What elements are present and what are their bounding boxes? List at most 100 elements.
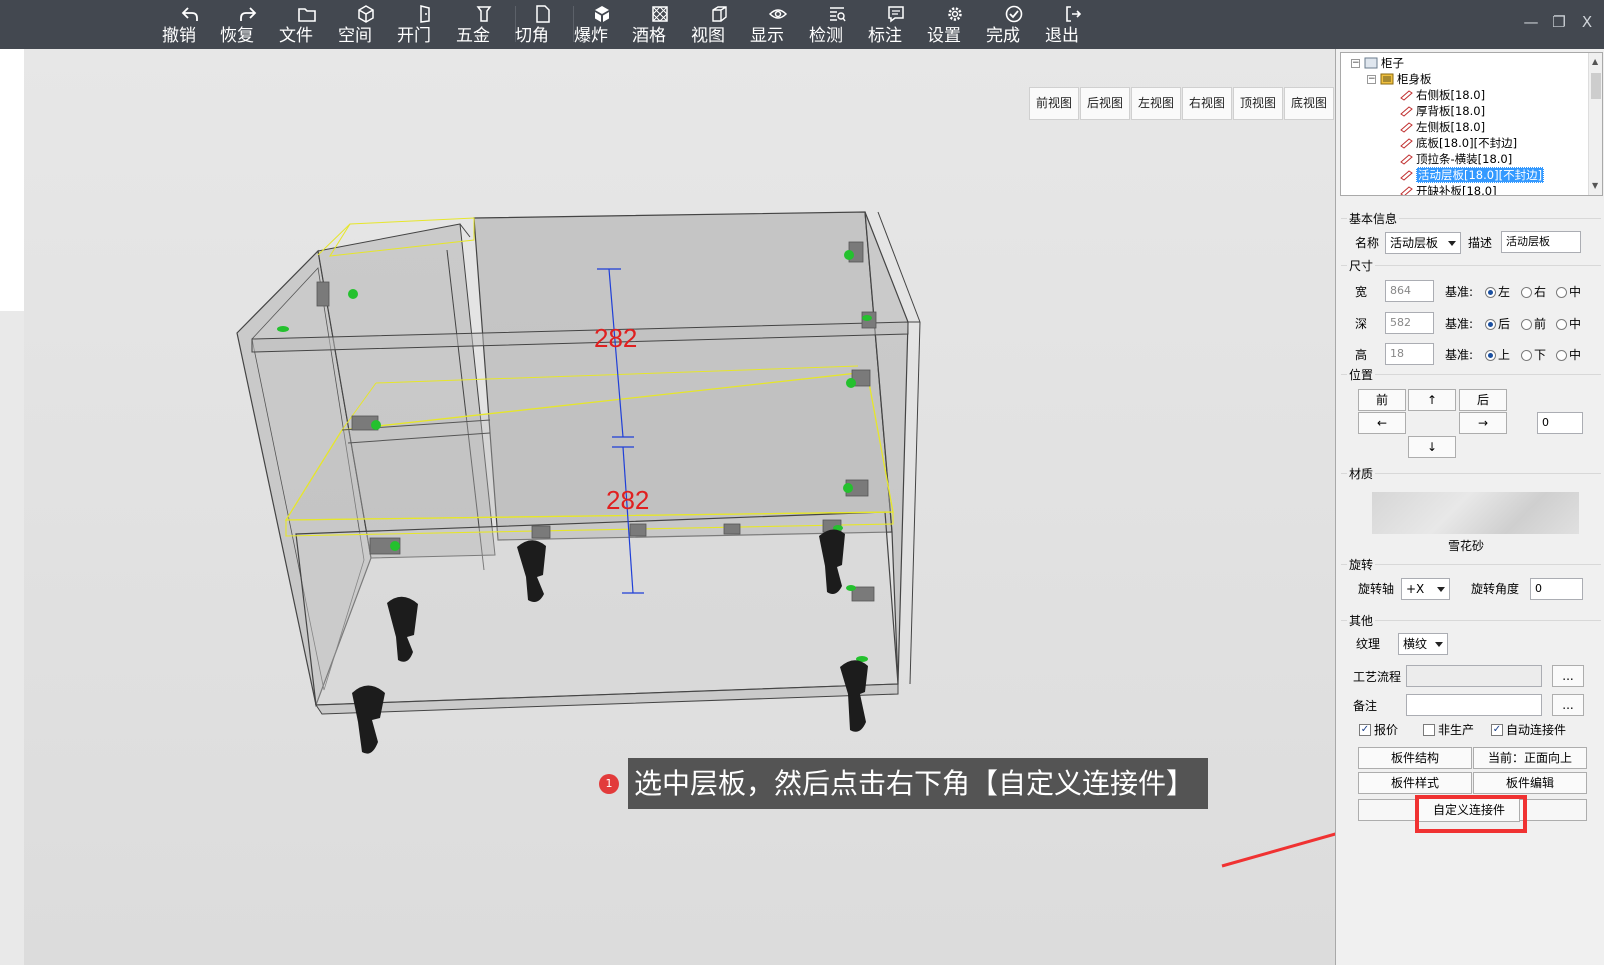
rotation-angle-field[interactable]: 0 [1530, 578, 1583, 600]
tree-item[interactable]: 底板[18.0][不封边] [1399, 135, 1517, 151]
top-view-button[interactable]: 顶视图 [1233, 87, 1283, 120]
file-button[interactable]: 文件 [279, 2, 335, 48]
explode-button[interactable]: 爆炸 [574, 2, 630, 48]
exit-button[interactable]: 退出 [1045, 2, 1101, 48]
tree-item[interactable]: 顶拉条-横装[18.0] [1399, 151, 1512, 167]
part-tree[interactable]: − 柜子 − 柜身板 右侧板[18.0] 厚背板[18.0] 左侧板[18.0]… [1340, 52, 1603, 196]
desc-field[interactable]: 活动层板 [1501, 231, 1581, 253]
move-up-button[interactable]: ↑ [1408, 389, 1456, 411]
depth-base-front-radio[interactable] [1521, 319, 1532, 330]
other-title: 其他 [1347, 612, 1376, 629]
remark-more-button[interactable]: ... [1552, 694, 1584, 716]
check-circle-icon [1005, 5, 1023, 23]
finish-button[interactable]: 完成 [986, 2, 1042, 48]
width-base-left-radio[interactable] [1485, 287, 1496, 298]
move-left-button[interactable]: ← [1358, 412, 1406, 434]
auto-connector-label: 自动连接件 [1506, 723, 1567, 737]
inspect-button[interactable]: 检测 [809, 2, 865, 48]
height-base-bottom-radio[interactable] [1521, 350, 1532, 361]
redo-button[interactable]: 恢复 [220, 2, 276, 48]
3d-viewport[interactable]: 前视图 后视图 左视图 右视图 顶视图 底视图 282 282 [24, 49, 1335, 965]
name-select[interactable]: 活动层板 [1385, 232, 1461, 254]
move-right-button[interactable]: → [1459, 412, 1507, 434]
move-down-button[interactable]: ↓ [1408, 436, 1456, 458]
move-step-field[interactable]: 0 [1537, 412, 1583, 434]
front-view-button[interactable]: 前视图 [1029, 87, 1079, 120]
bottom-view-button[interactable]: 底视图 [1284, 87, 1334, 120]
quote-checkbox[interactable]: ✓ [1359, 724, 1371, 736]
board-edit-button[interactable]: 板件编辑 [1473, 772, 1587, 794]
tree-item[interactable]: 开缺补板[18.0] [1399, 183, 1497, 195]
board-icon [1400, 186, 1413, 195]
board-icon [1400, 138, 1413, 149]
height-field[interactable]: 18 [1385, 343, 1434, 365]
move-back-button[interactable]: 后 [1459, 389, 1507, 411]
scroll-up-icon[interactable]: ▲ [1592, 57, 1598, 66]
remark-field[interactable] [1406, 694, 1542, 716]
hardware-button[interactable]: 五金 [456, 2, 512, 48]
minimize-button[interactable]: — [1519, 10, 1543, 34]
texture-select[interactable]: 横纹 [1398, 633, 1448, 655]
tree-scrollbar[interactable]: ▲ ▼ [1588, 53, 1602, 195]
board-style-button[interactable]: 板件样式 [1358, 772, 1472, 794]
callout-step-badge: 1 [599, 774, 619, 794]
width-base-center-label: 中 [1569, 285, 1582, 299]
material-swatch[interactable] [1372, 492, 1579, 534]
basic-info-title: 基本信息 [1347, 210, 1400, 227]
undo-button[interactable]: 撤销 [162, 2, 218, 48]
current-orientation-button[interactable]: 当前：正面向上 [1473, 747, 1587, 769]
close-button[interactable]: X [1575, 10, 1599, 34]
explode-cube-icon [595, 6, 609, 22]
back-view-button[interactable]: 后视图 [1080, 87, 1130, 120]
chamfer-button[interactable]: 切角 [515, 2, 571, 48]
size-title: 尺寸 [1347, 257, 1376, 274]
chevron-down-icon [1437, 587, 1445, 592]
tree-item-label: 活动层板[18.0][不封边] [1416, 167, 1545, 183]
depth-base-back-label: 后 [1498, 317, 1511, 331]
depth-base-center-radio[interactable] [1556, 319, 1567, 330]
depth-base-back-radio[interactable] [1485, 319, 1496, 330]
annotate-button[interactable]: 标注 [868, 2, 924, 48]
display-button[interactable]: 显示 [750, 2, 806, 48]
process-field[interactable] [1406, 665, 1542, 687]
height-base-top-radio[interactable] [1485, 350, 1496, 361]
restore-button[interactable]: ❐ [1547, 10, 1571, 34]
tree-scroll-thumb[interactable] [1591, 73, 1601, 99]
auto-connector-checkbox[interactable]: ✓ [1491, 724, 1503, 736]
scroll-down-icon[interactable]: ▼ [1592, 181, 1598, 190]
open-door-button[interactable]: 开门 [397, 2, 453, 48]
cabinet-model[interactable] [24, 49, 1335, 965]
right-view-button[interactable]: 右视图 [1182, 87, 1232, 120]
tree-group-label: 柜身板 [1397, 72, 1432, 86]
process-more-button[interactable]: ... [1552, 665, 1584, 687]
chamfer-label: 切角 [515, 26, 549, 46]
rotation-angle-label: 旋转角度 [1471, 582, 1520, 596]
move-front-button[interactable]: 前 [1358, 389, 1406, 411]
width-base-center-radio[interactable] [1556, 287, 1567, 298]
tree-item[interactable]: 右侧板[18.0] [1399, 87, 1485, 103]
wine-grid-icon [652, 6, 668, 22]
tree-collapse-group[interactable]: − [1367, 75, 1376, 84]
left-strip [0, 49, 24, 965]
non-production-checkbox[interactable] [1423, 724, 1435, 736]
tree-item[interactable]: 厚背板[18.0] [1399, 103, 1485, 119]
undo-label: 撤销 [162, 26, 196, 46]
wine-grid-button[interactable]: 酒格 [632, 2, 688, 48]
board-structure-button[interactable]: 板件结构 [1358, 747, 1472, 769]
tree-item[interactable]: 左侧板[18.0] [1399, 119, 1485, 135]
tree-group[interactable]: 柜身板 [1380, 71, 1432, 87]
height-base-center-radio[interactable] [1556, 350, 1567, 361]
width-field[interactable]: 864 [1385, 280, 1434, 302]
space-button[interactable]: 空间 [338, 2, 394, 48]
rotation-axis-select[interactable]: +X [1401, 578, 1450, 600]
tree-item-selected[interactable]: 活动层板[18.0][不封边] [1399, 167, 1545, 183]
tree-root[interactable]: 柜子 [1364, 55, 1404, 71]
tree-collapse-root[interactable]: − [1351, 59, 1360, 68]
view-button[interactable]: 视图 [691, 2, 747, 48]
check-list-icon [830, 7, 846, 22]
width-base-right-radio[interactable] [1521, 287, 1532, 298]
file-label: 文件 [279, 26, 313, 46]
settings-button[interactable]: 设置 [927, 2, 983, 48]
depth-field[interactable]: 582 [1385, 312, 1434, 334]
left-view-button[interactable]: 左视图 [1131, 87, 1181, 120]
